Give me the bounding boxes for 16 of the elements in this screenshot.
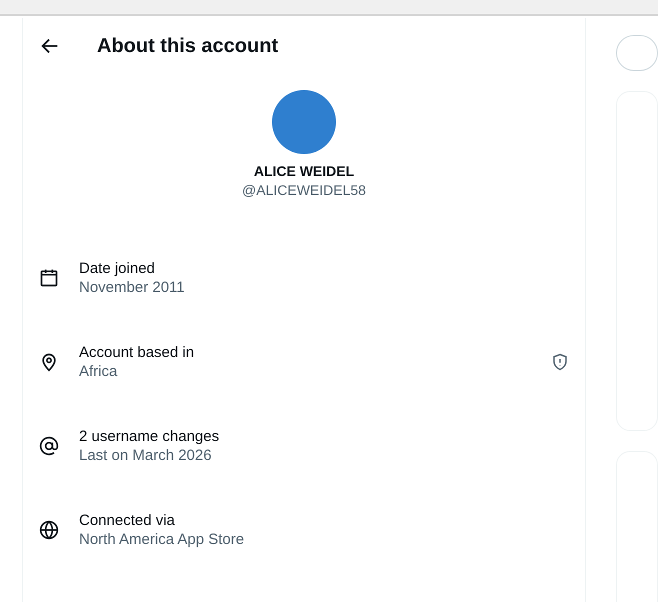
at-sign-icon [39, 436, 59, 456]
detail-value: Last on March 2026 [79, 447, 213, 464]
detail-label: Account based in [79, 344, 196, 361]
detail-label: Date joined [79, 260, 156, 277]
shield-alert-icon[interactable] [551, 353, 569, 371]
calendar-icon [39, 268, 59, 288]
detail-value: Africa [79, 363, 118, 380]
globe-icon [39, 520, 59, 540]
detail-label: Connected via [79, 512, 176, 529]
detail-value: North America App Store [79, 531, 246, 548]
page-title: About this account [97, 34, 278, 58]
search-field[interactable] [616, 35, 658, 71]
profile-handle: @ALICEWEIDEL58 [242, 182, 366, 198]
detail-label: 2 username changes [79, 428, 220, 445]
profile-name: ALICE WEIDEL [254, 163, 354, 179]
detail-value: November 2011 [79, 279, 186, 296]
